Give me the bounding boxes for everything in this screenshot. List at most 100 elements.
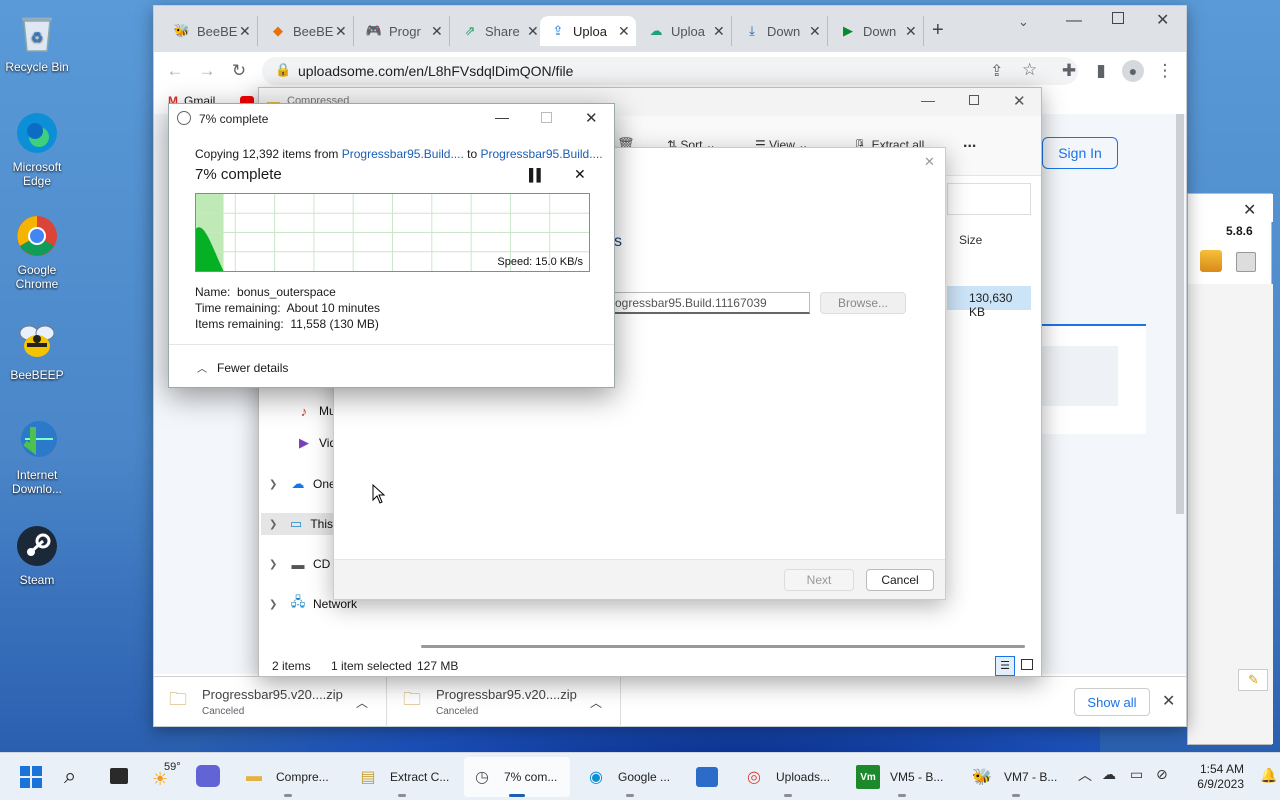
fewer-details-button[interactable]: ︿ Fewer details [197, 360, 288, 376]
details-view-icon[interactable]: ☰ [995, 656, 1015, 676]
tab-beebeep-2[interactable]: ◆ BeeBE ✕ [260, 16, 354, 46]
chevron-right-icon[interactable]: ❯ [269, 559, 283, 570]
maximize-icon[interactable] [1112, 12, 1124, 24]
tab-upload-2[interactable]: ☁ Uploa ✕ [638, 16, 732, 46]
chevron-right-icon[interactable]: ❯ [269, 599, 283, 610]
desktop-icon-chrome[interactable]: Google Chrome [2, 213, 72, 291]
new-tab-button[interactable]: + [932, 19, 944, 42]
copy-progress-dialog[interactable]: 7% complete — ✕ Copying 12,392 items fro… [168, 103, 615, 388]
tab-close-icon[interactable]: ✕ [239, 23, 257, 40]
tab-close-icon[interactable]: ✕ [809, 23, 827, 40]
more-options-button[interactable]: ... [963, 134, 976, 152]
bookmark-star-icon[interactable]: ☆ [1022, 60, 1037, 80]
close-icon[interactable]: ✕ [1156, 10, 1169, 30]
close-icon[interactable]: ✕ [924, 154, 935, 170]
close-icon[interactable]: ✕ [1013, 92, 1026, 110]
minimize-icon[interactable]: — [921, 92, 935, 108]
back-icon[interactable]: ← [164, 60, 186, 82]
weather-widget[interactable]: ☀ 59° [152, 761, 184, 793]
teams-chat-icon[interactable] [196, 765, 220, 787]
destination-path-input[interactable]: ogressbar95.Build.11167039 [610, 292, 810, 314]
menu-icon[interactable]: ⋮ [1154, 60, 1176, 82]
horizontal-scrollbar[interactable] [421, 645, 1025, 648]
notification-icon[interactable]: 🔔 [1260, 767, 1277, 784]
chevron-up-icon[interactable]: ︿ [1078, 765, 1092, 785]
start-button[interactable] [20, 766, 42, 788]
reload-icon[interactable]: ↻ [228, 60, 250, 82]
desktop-icon-edge[interactable]: Microsoft Edge [2, 110, 72, 188]
tree-item-cd-drive[interactable]: ❯ ▬ CD D [269, 553, 342, 575]
download-item[interactable]: 🗀 Progressbar95.v20....zip Canceled ︿ [388, 677, 621, 727]
sign-in-button[interactable]: Sign In [1042, 137, 1118, 169]
tab-search-icon[interactable]: ⌄ [1018, 14, 1029, 30]
desktop-icon-steam[interactable]: Steam [2, 523, 72, 587]
extensions-icon[interactable]: ✚ [1058, 60, 1080, 82]
tab-share[interactable]: ⇗ Share ✕ [452, 16, 546, 46]
search-icon[interactable]: ⌕ [64, 763, 76, 789]
taskbar-app-edge[interactable]: ◉ Google ... [578, 757, 682, 797]
close-shelf-icon[interactable]: ✕ [1162, 691, 1175, 711]
desktop-icon-beebeep[interactable]: BeeBEEP [2, 318, 72, 382]
network-tray-icon[interactable]: ⊘ [1156, 766, 1168, 783]
taskbar-app-explorer[interactable]: ▬ Compre... [236, 757, 340, 797]
trash-icon[interactable] [1236, 252, 1256, 272]
tree-item-music[interactable]: ♪ Mu [289, 400, 336, 422]
tab-close-icon[interactable]: ✕ [905, 23, 923, 40]
send-icon[interactable]: ✎ [1248, 672, 1259, 688]
tab-close-icon[interactable]: ✕ [335, 23, 353, 40]
source-link[interactable]: Progressbar95.Build.... [342, 147, 464, 161]
tab-download-1[interactable]: ⤓ Down ✕ [734, 16, 828, 46]
onedrive-tray-icon[interactable]: ☁ [1102, 766, 1116, 783]
close-icon[interactable]: ✕ [1243, 200, 1256, 220]
maximize-icon[interactable] [969, 95, 979, 105]
cancel-copy-icon[interactable]: ✕ [574, 166, 586, 183]
tab-close-icon[interactable]: ✕ [431, 23, 449, 40]
tab-beebeep-1[interactable]: 🐝 BeeBE ✕ [164, 16, 258, 46]
close-icon[interactable]: ✕ [585, 109, 598, 127]
profile-avatar[interactable]: ● [1122, 60, 1144, 82]
chevron-right-icon[interactable]: ❯ [269, 479, 283, 490]
store-icon[interactable] [696, 767, 718, 787]
tab-upload-active[interactable]: ⇪ Uploa ✕ [540, 16, 636, 46]
tree-item-this-pc[interactable]: ❯ ▭ This [261, 513, 333, 535]
cancel-button[interactable]: Cancel [866, 569, 934, 591]
beebeep-window[interactable]: ✕ 5.8.6 ✎ [1187, 193, 1273, 745]
next-button[interactable]: Next [784, 569, 854, 591]
tree-item-videos[interactable]: ▶ Vid [289, 432, 336, 454]
tree-item-onedrive[interactable]: ❯ ☁ OneI [269, 473, 339, 495]
taskbar-app-chrome[interactable]: ◎ Uploads... [736, 757, 840, 797]
clock[interactable]: 1:54 AM 6/9/2023 [1184, 762, 1244, 792]
show-all-button[interactable]: Show all [1074, 688, 1150, 716]
taskbar-app-extract[interactable]: ▤ Extract C... [350, 757, 454, 797]
minimize-icon[interactable]: — [495, 109, 509, 125]
chevron-right-icon[interactable]: ❯ [269, 519, 282, 530]
tab-close-icon[interactable]: ✕ [618, 23, 636, 40]
selected-file-row[interactable]: 130,630 KB [947, 286, 1031, 319]
task-view-icon[interactable] [110, 768, 128, 784]
tiles-view-icon[interactable] [1021, 659, 1033, 670]
search-box[interactable] [947, 183, 1031, 215]
taskbar-app-copy-progress[interactable]: ◷ 7% com... [464, 757, 570, 797]
side-panel-icon[interactable]: ▮ [1090, 60, 1112, 82]
download-item[interactable]: 🗀 Progressbar95.v20....zip Canceled ︿ [154, 677, 387, 727]
display-tray-icon[interactable]: ▭ [1130, 766, 1143, 783]
page-scrollbar[interactable] [1176, 114, 1184, 514]
tab-progressbar[interactable]: 🎮 Progr ✕ [356, 16, 450, 46]
forward-icon[interactable]: → [196, 60, 218, 82]
address-bar[interactable]: 🔒 uploadsome.com/en/L8hFVsdqlDimQON/file… [262, 57, 1078, 85]
desktop-icon-idm[interactable]: Internet Downlo... [2, 418, 72, 496]
tab-close-icon[interactable]: ✕ [713, 23, 731, 40]
desktop-icon-recycle-bin[interactable]: ♻ Recycle Bin [2, 10, 72, 74]
share-page-icon[interactable]: ⇪ [990, 61, 1003, 81]
minimize-icon[interactable]: — [1066, 12, 1082, 30]
beebeep-tool-icon[interactable] [1200, 250, 1222, 272]
tab-download-2[interactable]: ▶ Down ✕ [830, 16, 924, 46]
chevron-up-icon[interactable]: ︿ [590, 694, 620, 711]
chevron-up-icon[interactable]: ︿ [356, 694, 386, 711]
taskbar-app-vm5[interactable]: Vm VM5 - B... [850, 757, 954, 797]
pause-icon[interactable]: ▌▌ [529, 168, 545, 182]
destination-link[interactable]: Progressbar95.Build.... [481, 147, 603, 161]
column-size[interactable]: Size [959, 233, 982, 247]
taskbar-app-vm7[interactable]: 🐝 VM7 - B... [964, 757, 1068, 797]
browse-button[interactable]: Browse... [820, 292, 906, 314]
